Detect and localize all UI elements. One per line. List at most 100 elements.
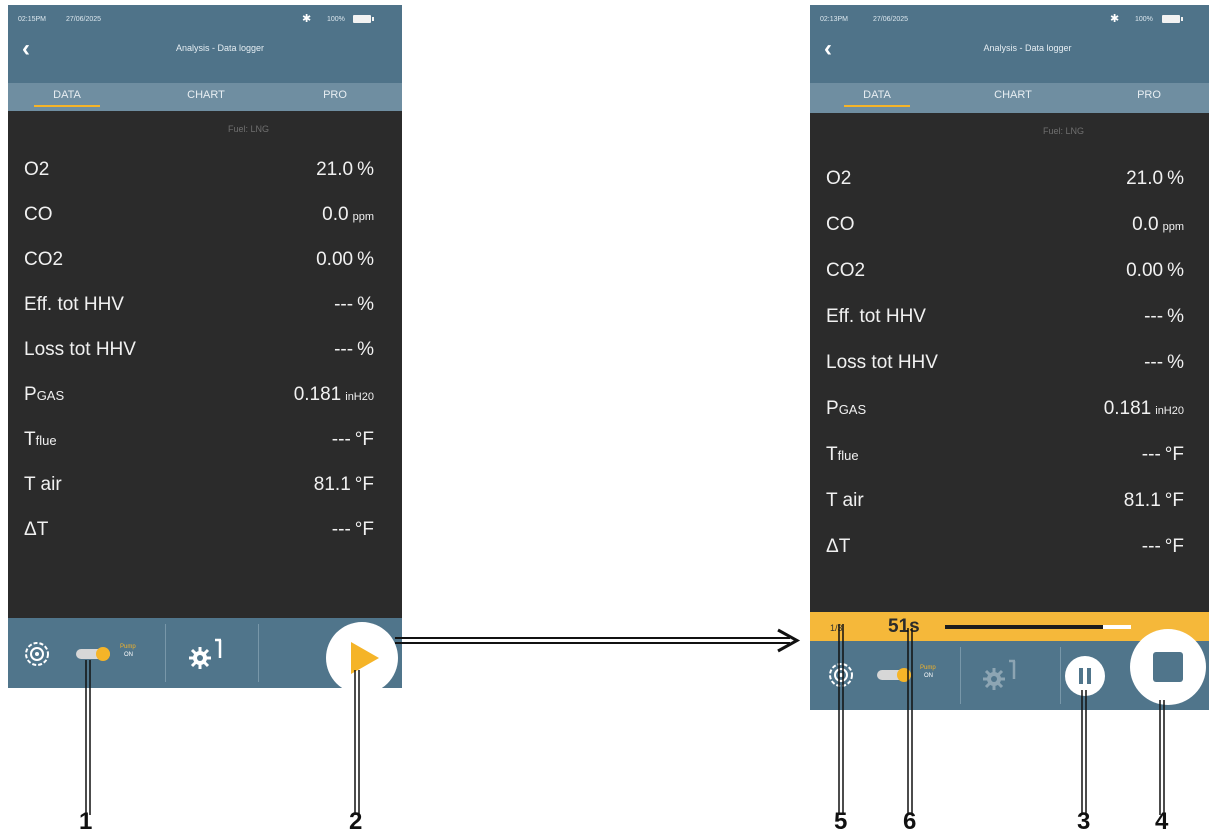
callout-2: 2: [349, 808, 363, 835]
bluetooth-icon: ✱: [1110, 13, 1120, 25]
elapsed-time: 51s: [888, 616, 920, 637]
measurement-unit: %: [1167, 306, 1184, 327]
tab-chart[interactable]: CHART: [151, 89, 261, 101]
device-screen-idle: 02:15PM 27/06/2025 ✱ 100% ‹ Analysis - D…: [8, 5, 402, 688]
measurement-value: 0.181 inH20: [294, 384, 374, 406]
toolbar-divider: [258, 624, 259, 682]
measurement-label: Loss tot HHV: [24, 339, 136, 361]
measurement-value-number: ---: [1141, 536, 1161, 557]
battery-percent: 100%: [1135, 16, 1153, 23]
measurement-value-number: ---: [331, 519, 351, 540]
pause-button[interactable]: [1065, 656, 1105, 696]
callout-5: 5: [834, 808, 848, 835]
measurement-label-text: P: [826, 398, 839, 419]
measurement-unit: %: [357, 339, 374, 360]
settings-probe-icon[interactable]: [188, 636, 228, 672]
tab-bar: DATA CHART PRO: [8, 83, 402, 111]
stop-icon: [1153, 652, 1183, 682]
measurement-unit: %: [357, 159, 374, 180]
fuel-label: Fuel: LNG: [228, 124, 270, 134]
measurement-label-text: ΔT: [826, 536, 851, 557]
measurement-value: --- °F: [332, 429, 374, 451]
measurement-value-number: 21.0: [1126, 168, 1164, 189]
stop-button[interactable]: [1130, 629, 1206, 705]
measurement-unit: °F: [1164, 490, 1184, 511]
measurement-value: ---%: [1144, 306, 1184, 328]
measurement-value: 81.1 °F: [314, 474, 374, 496]
toolbar-divider: [1060, 647, 1061, 704]
measurement-unit: %: [1167, 352, 1184, 373]
callout-3: 3: [1077, 808, 1091, 835]
measurement-label-text: Loss tot HHV: [24, 339, 136, 360]
measurement-value: --- °F: [332, 519, 374, 541]
measurement-label: Loss tot HHV: [826, 352, 938, 374]
measurement-value-number: ---: [331, 429, 351, 450]
measurement-label-text: Eff. tot HHV: [826, 306, 926, 327]
measurement-unit: %: [357, 249, 374, 270]
status-time: 02:15PM: [18, 16, 47, 23]
measurement-label: O2: [826, 168, 851, 190]
measurement-value-number: ---: [1141, 444, 1161, 465]
tab-pro[interactable]: PRO: [1094, 89, 1204, 101]
measurement-value-number: 0.0: [322, 204, 349, 225]
measurement-label-text: CO: [24, 204, 53, 225]
measurement-value: 0.0 ppm: [1132, 214, 1184, 236]
tab-data[interactable]: DATA: [822, 89, 932, 107]
measurement-label-text: CO2: [826, 260, 866, 281]
tab-pro[interactable]: PRO: [280, 89, 390, 101]
measurement-value-number: ---: [1144, 306, 1164, 327]
measurement-label-text: T air: [826, 490, 864, 511]
measurement-label-text: O2: [24, 159, 50, 180]
measurement-label: Tflue: [826, 444, 859, 466]
toolbar-divider: [960, 647, 961, 704]
measurement-label: CO: [826, 214, 855, 236]
probe-target-icon[interactable]: [23, 634, 63, 674]
measurement-label-text: P: [24, 384, 37, 405]
measurement-label-text: CO2: [24, 249, 64, 270]
progress-fill: [945, 625, 1104, 629]
measurement-label-text: T: [24, 429, 36, 450]
measurement-value: 81.1 °F: [1124, 490, 1184, 512]
measurement-label: CO2: [24, 249, 63, 271]
toggle-switch-icon[interactable]: [76, 645, 122, 665]
pump-label: Pump ON: [120, 643, 136, 659]
measurement-label-text: Eff. tot HHV: [24, 294, 124, 315]
measurement-label: CO: [24, 204, 53, 226]
tab-bar: DATA CHART PRO: [810, 83, 1209, 113]
measurement-label: Eff. tot HHV: [826, 306, 926, 328]
measurement-unit: °F: [354, 519, 374, 540]
measurement-unit: ppm: [1162, 221, 1184, 233]
tab-chart[interactable]: CHART: [958, 89, 1068, 101]
measurement-value-number: 0.181: [293, 384, 342, 405]
measurement-unit: °F: [1164, 536, 1184, 557]
settings-probe-icon: [983, 659, 1016, 690]
callout-6: 6: [903, 808, 917, 835]
measurement-label: ΔT: [24, 519, 48, 541]
measurement-label-text: CO: [826, 214, 855, 235]
measurement-unit: °F: [354, 429, 374, 450]
measurement-value-number: 0.0: [1132, 214, 1159, 235]
measurement-value: --- °F: [1142, 536, 1184, 558]
probe-target-icon[interactable]: [827, 655, 867, 695]
measurement-label-subscript: GAS: [36, 388, 65, 403]
measurement-value-number: ---: [334, 339, 354, 360]
tab-data[interactable]: DATA: [12, 89, 122, 107]
measurement-label-text: ΔT: [24, 519, 49, 540]
toggle-switch-icon[interactable]: [877, 666, 923, 686]
measurement-label-text: T: [826, 444, 838, 465]
fuel-label: Fuel: LNG: [1043, 126, 1085, 136]
measurement-label-text: Loss tot HHV: [826, 352, 938, 373]
header-bar: 02:13PM 27/06/2025 ✱ 100% ‹ Analysis - D…: [810, 5, 1209, 83]
progress-track: [945, 625, 1131, 629]
measurement-unit: inH20: [1155, 405, 1184, 417]
play-button[interactable]: [326, 622, 398, 688]
measurement-label-subscript: GAS: [838, 402, 867, 417]
measurement-unit: %: [1167, 168, 1184, 189]
measurement-label: CO2: [826, 260, 865, 282]
measurement-value: ---%: [334, 294, 374, 316]
measurement-label: ΔT: [826, 536, 850, 558]
battery-icon: [353, 15, 374, 23]
measurement-label: T air: [826, 490, 864, 512]
measurement-label: PGAS: [24, 384, 64, 406]
battery-icon: [1162, 15, 1183, 23]
